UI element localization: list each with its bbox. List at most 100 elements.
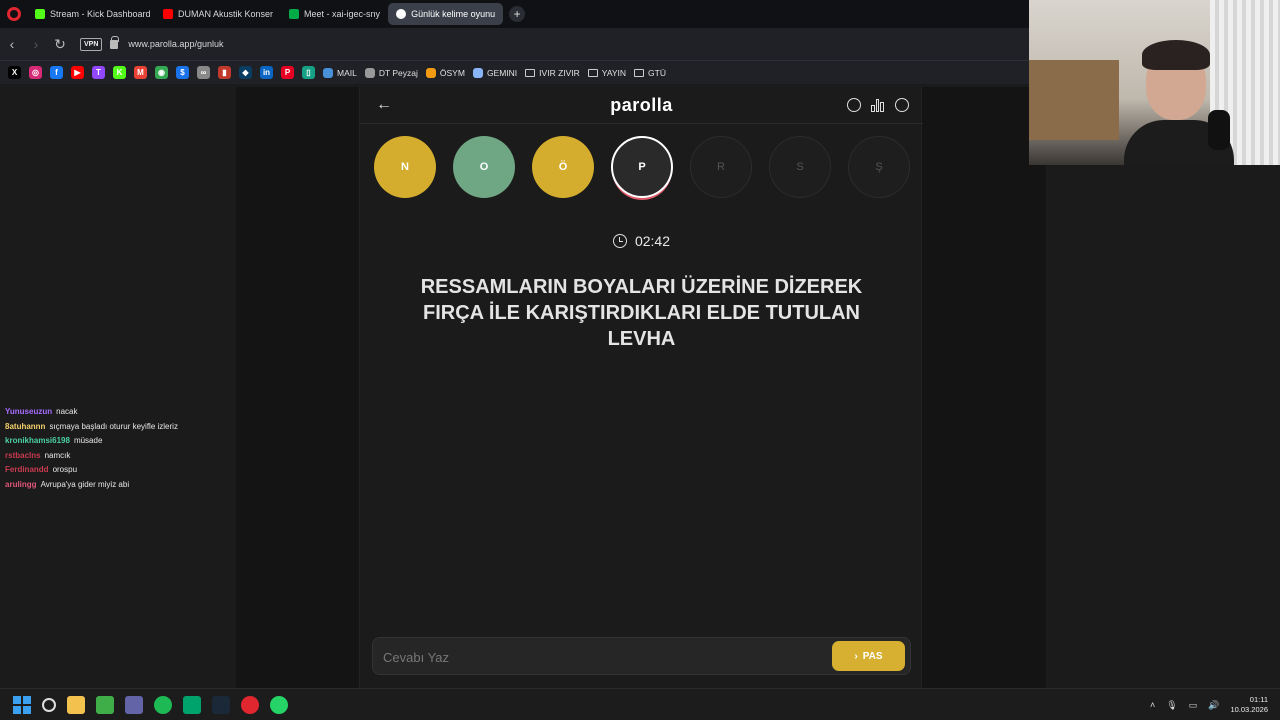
reload-icon[interactable]: ↻ xyxy=(48,36,72,53)
bookmark-label: ÖSYM xyxy=(439,67,465,78)
volume-icon[interactable]: 🔊 xyxy=(1208,700,1219,711)
whatsapp-icon[interactable] xyxy=(270,695,288,714)
instagram-icon[interactable]: ◎ xyxy=(29,66,42,79)
linkedin-icon[interactable]: in xyxy=(260,66,273,79)
search-icon[interactable] xyxy=(42,697,56,712)
chevron-right-icon: › xyxy=(854,650,858,662)
phone-icon[interactable]: ▯ xyxy=(302,66,315,79)
bookmark-gtü[interactable]: GTÜ xyxy=(634,68,666,78)
teams-icon[interactable] xyxy=(125,695,143,714)
chat-message: Yunuseuzun nacak xyxy=(5,405,178,420)
parolla-favicon-icon xyxy=(396,9,407,19)
letter-circle-pending: S xyxy=(769,136,831,198)
answer-bar: › PAS xyxy=(372,637,911,675)
chat-text: sıçmaya başladı oturur keyifle izleriz xyxy=(49,421,178,431)
tab-label: Günlük kelime oyunu xyxy=(411,9,496,19)
pas-button[interactable]: › PAS xyxy=(832,641,905,671)
chat-text: nacak xyxy=(56,407,78,416)
chevron-up-icon[interactable]: ˄ xyxy=(1150,700,1155,710)
chat-username: rstbaclns xyxy=(5,450,41,460)
bank-icon[interactable]: ▮ xyxy=(218,66,231,79)
x-icon[interactable]: X xyxy=(8,66,21,79)
bookmark-ösym[interactable]: ÖSYM xyxy=(425,67,465,78)
facebook-icon[interactable]: f xyxy=(50,66,63,79)
file-explorer-icon[interactable] xyxy=(67,695,85,714)
clock[interactable]: 01:11 10.03.2026 xyxy=(1230,695,1268,715)
vpn-badge[interactable]: VPN xyxy=(80,37,103,51)
xbox-icon[interactable] xyxy=(96,695,114,714)
chat-text: müsade xyxy=(73,436,103,445)
opera-icon[interactable] xyxy=(241,695,259,714)
chat-message: 8atuhannn sıçmaya başladı oturur keyifle … xyxy=(5,420,178,435)
letter-circle-pending: R xyxy=(690,136,752,198)
blue-icon[interactable]: ◆ xyxy=(239,66,252,79)
stream-overlay-panel: Yunuseuzun nacak 8atuhannn sıçmaya başladı … xyxy=(0,87,236,688)
timer-value: 02:42 xyxy=(634,233,671,249)
gemini-icon xyxy=(472,67,483,78)
bookmarks-bar: X ◎ f ▶ T K M ◉ $ ∞ ▮ ◆ in P ▯ MAIL DT Peyzaj ÖSYM GEMINI I… xyxy=(0,60,1030,84)
lock-icon[interactable] xyxy=(110,35,120,49)
info-icon[interactable] xyxy=(847,98,861,112)
opera-logo-icon[interactable] xyxy=(7,7,21,21)
chat-text: orospu xyxy=(52,465,78,474)
steam-icon[interactable] xyxy=(212,695,230,714)
tab-label: Stream - Kick Dashboard xyxy=(50,9,151,19)
bookmark-ivir-zivir[interactable]: IVIR ZIVIR xyxy=(525,68,580,78)
app-green-icon[interactable] xyxy=(183,695,201,714)
dollar-icon[interactable]: $ xyxy=(176,66,189,79)
chat-username: arulingg xyxy=(5,479,37,489)
bookmark-label: MAIL xyxy=(337,67,357,78)
folder-icon xyxy=(525,68,536,77)
back-icon[interactable]: ‹ xyxy=(0,36,24,52)
bookmark-label: IVIR ZIVIR xyxy=(539,67,580,78)
bookmark-label: YAYIN xyxy=(601,67,627,78)
chat-text: Avrupa'ya gider miyiz abi xyxy=(40,479,130,489)
header-icons xyxy=(847,98,909,112)
game-header: ← parolla xyxy=(360,87,923,124)
chat-username: Ferdinandd xyxy=(5,465,49,474)
chat-message: kronikhamsi6198 müsade xyxy=(5,434,178,449)
pinterest-icon[interactable]: P xyxy=(281,66,294,79)
microphone-tray-icon[interactable]: 🎙 xyxy=(1166,700,1177,711)
kick-icon[interactable]: K xyxy=(113,66,126,79)
gmail-icon[interactable]: M xyxy=(134,66,147,79)
windows-start-icon[interactable] xyxy=(13,695,31,714)
pas-label: PAS xyxy=(862,650,883,662)
maps-icon[interactable]: ◉ xyxy=(155,66,168,79)
mail-icon xyxy=(323,67,333,78)
tab-kick-dashboard[interactable]: Stream - Kick Dashboard xyxy=(27,3,155,25)
chat-text: namcık xyxy=(44,450,71,460)
folder-icon xyxy=(634,68,645,77)
folder-icon xyxy=(587,68,598,77)
tab-gunluk[interactable]: Günlük kelime oyunu xyxy=(388,3,504,25)
glasses-icon[interactable]: ∞ xyxy=(197,66,210,79)
new-tab-button[interactable]: + xyxy=(509,6,526,22)
twitch-icon[interactable]: T xyxy=(92,66,105,79)
answer-input[interactable] xyxy=(383,646,823,668)
profile-icon[interactable] xyxy=(895,98,909,112)
time: 01:11 xyxy=(1249,695,1268,704)
display-icon[interactable]: ▭ xyxy=(1189,700,1198,711)
bookmark-dt-peyzaj[interactable]: DT Peyzaj xyxy=(364,67,418,78)
forward-icon[interactable]: › xyxy=(24,36,48,52)
letter-circle-pending: Ş xyxy=(848,136,910,198)
letter-circle-wrong: Ö xyxy=(532,136,594,198)
bookmark-gemini[interactable]: GEMINI xyxy=(472,67,517,78)
osym-icon xyxy=(425,67,436,78)
kick-icon xyxy=(35,9,45,19)
bookmark-mail[interactable]: MAIL xyxy=(323,67,357,78)
spotify-icon[interactable] xyxy=(154,695,172,714)
chat-message: Ferdinandd orospu xyxy=(5,463,178,478)
date: 10.03.2026 xyxy=(1230,705,1268,714)
webcam-shelf xyxy=(1029,60,1119,140)
chat-username: 8atuhannn xyxy=(5,421,46,431)
url-field[interactable]: www.parolla.app/gunluk xyxy=(128,39,223,49)
youtube-icon[interactable]: ▶ xyxy=(71,66,84,79)
bookmark-yayin[interactable]: YAYIN xyxy=(587,67,627,78)
question-text: RESSAMLARIN BOYALARI ÜZERİNE DİZEREK FIR… xyxy=(420,276,863,350)
stats-icon[interactable] xyxy=(871,98,885,112)
tab-meet[interactable]: Meet - xai-igec-sny xyxy=(281,3,388,25)
taskbar: ˄ 🎙 ▭ 🔊 01:11 10.03.2026 xyxy=(0,688,1280,720)
tab-duman[interactable]: DUMAN Akustik Konser xyxy=(155,3,281,25)
letter-circle-current: P xyxy=(611,136,673,198)
